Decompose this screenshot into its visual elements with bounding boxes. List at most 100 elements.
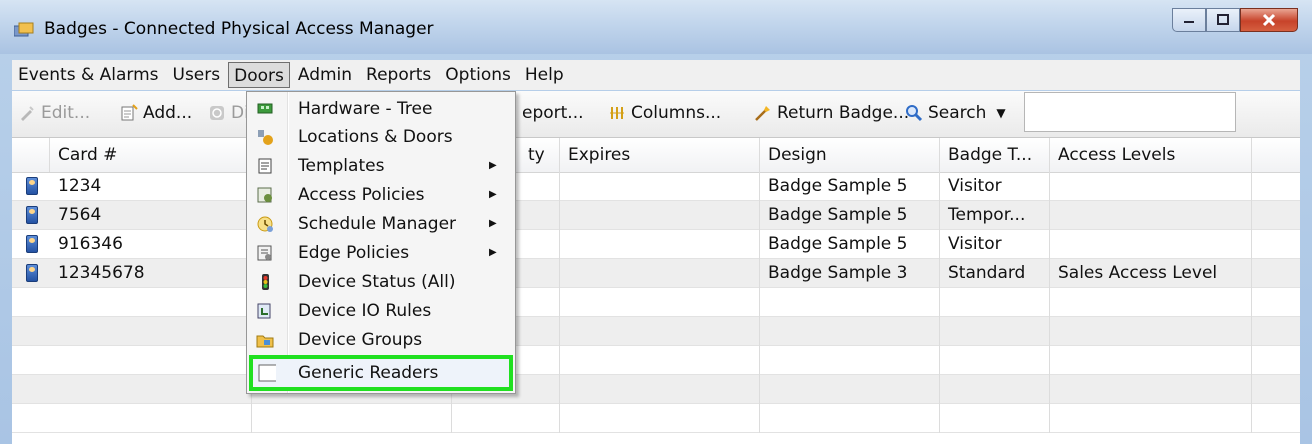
menu-item-label: Locations & Doors <box>298 126 453 147</box>
cell-design: Badge Sample 5 <box>760 201 940 230</box>
columns-label: Columns... <box>631 103 722 123</box>
access-policies-icon <box>256 186 274 204</box>
disable-button[interactable]: Di <box>208 103 249 123</box>
column-header-expires[interactable]: Expires <box>560 138 760 172</box>
menu-item-label: Device Status (All) <box>298 271 456 292</box>
menu-options[interactable]: Options <box>439 62 517 88</box>
menu-doors[interactable]: Doors <box>228 62 290 88</box>
cell-card: 12345678 <box>50 259 252 288</box>
app-icon <box>14 22 34 37</box>
menu-admin[interactable]: Admin <box>292 62 358 88</box>
menu-item-label: Edge Policies <box>298 242 410 263</box>
search-label: Search <box>928 103 987 123</box>
column-header-design[interactable]: Design <box>760 138 940 172</box>
toolbar: Edit... Add... Di eport... Columns... Re… <box>12 91 1300 138</box>
device-groups-icon <box>256 331 274 349</box>
edit-icon <box>18 104 36 122</box>
menu-item-generic-readers[interactable]: Generic Readers <box>249 355 513 391</box>
device-io-rules-icon <box>256 302 274 320</box>
schedule-manager-icon <box>256 215 274 233</box>
cell-access-levels: Sales Access Level <box>1050 259 1252 288</box>
columns-icon <box>608 104 626 122</box>
menu-item-templates[interactable]: Templates ▶ <box>247 151 515 180</box>
search-input[interactable] <box>1024 92 1236 132</box>
submenu-arrow-icon: ▶ <box>489 247 497 258</box>
menu-item-edge-policies[interactable]: Edge Policies ▶ <box>247 238 515 267</box>
column-header-card[interactable]: Card # <box>50 138 252 172</box>
menu-item-label: Templates <box>298 155 385 176</box>
cell-badge-type: Tempor... <box>940 201 1050 230</box>
search-dropdown-icon[interactable]: ▼ <box>996 106 1005 120</box>
disable-icon <box>208 104 226 122</box>
submenu-arrow-icon: ▶ <box>489 218 497 229</box>
menu-item-label: Generic Readers <box>298 363 439 383</box>
cell-expires <box>560 201 760 230</box>
table-row[interactable]: 7564 Badge Sample 5 Tempor... <box>12 201 1300 230</box>
table-row[interactable]: 1234 Badge Sample 5 Visitor <box>12 172 1300 201</box>
cell-expires <box>560 230 760 259</box>
add-label: Add... <box>143 103 193 123</box>
menu-reports[interactable]: Reports <box>360 62 437 88</box>
edit-button[interactable]: Edit... <box>18 103 90 123</box>
minimize-button[interactable] <box>1172 8 1206 32</box>
badges-grid: Card # ty Expires Design Badge T... Acce… <box>12 138 1300 444</box>
search-icon <box>905 104 923 122</box>
return-badge-button[interactable]: Return Badge... <box>754 103 909 123</box>
cell-access-levels <box>1050 201 1252 230</box>
menu-item-label: Device IO Rules <box>298 300 432 321</box>
close-button[interactable] <box>1240 8 1298 32</box>
columns-button[interactable]: Columns... <box>608 103 721 123</box>
menu-item-access-policies[interactable]: Access Policies ▶ <box>247 180 515 209</box>
cell-card: 7564 <box>50 201 252 230</box>
return-badge-icon <box>754 104 772 122</box>
search-button[interactable]: Search ▼ <box>905 103 1006 123</box>
return-badge-label: Return Badge... <box>777 103 910 123</box>
menu-item-hardware-tree[interactable]: Hardware - Tree <box>247 94 515 123</box>
add-button[interactable]: Add... <box>120 103 192 123</box>
cell-design: Badge Sample 5 <box>760 172 940 201</box>
hardware-tree-icon <box>256 100 274 118</box>
cell-badge-type: Visitor <box>940 230 1050 259</box>
title-bar: Badges - Connected Physical Access Manag… <box>0 0 1312 54</box>
badge-icon <box>26 235 38 253</box>
report-label: eport... <box>522 103 584 123</box>
row-indicator-header <box>12 138 50 172</box>
empty-row <box>12 288 1300 317</box>
menu-users[interactable]: Users <box>167 62 227 88</box>
cell-access-levels <box>1050 230 1252 259</box>
menu-item-schedule-manager[interactable]: Schedule Manager ▶ <box>247 209 515 238</box>
maximize-button[interactable] <box>1206 8 1240 32</box>
badge-icon <box>26 177 38 195</box>
menu-item-locations-doors[interactable]: Locations & Doors <box>247 122 515 151</box>
table-row[interactable]: 916346 Badge Sample 5 Visitor <box>12 230 1300 259</box>
doors-menu-dropdown: Hardware - Tree Locations & Doors Templa… <box>246 91 516 394</box>
menu-item-label: Access Policies <box>298 184 425 205</box>
app-window: Badges - Connected Physical Access Manag… <box>0 0 1312 444</box>
empty-row <box>12 404 1300 433</box>
menu-item-device-io-rules[interactable]: Device IO Rules <box>247 296 515 325</box>
cell-expires <box>560 259 760 288</box>
generic-readers-icon <box>258 364 276 382</box>
menu-help[interactable]: Help <box>519 62 570 88</box>
device-status-icon <box>256 273 274 291</box>
cell-badge-type: Standard <box>940 259 1050 288</box>
report-button[interactable]: eport... <box>522 103 584 123</box>
cell-card: 1234 <box>50 172 252 201</box>
add-icon <box>120 104 138 122</box>
menu-item-label: Schedule Manager <box>298 213 457 234</box>
menu-events-alarms[interactable]: Events & Alarms <box>12 62 165 88</box>
menu-item-label: Hardware - Tree <box>298 98 433 119</box>
menu-item-device-groups[interactable]: Device Groups <box>247 325 515 354</box>
edit-label: Edit... <box>41 103 91 123</box>
close-icon <box>1262 13 1276 27</box>
column-header-badge-type[interactable]: Badge T... <box>940 138 1050 172</box>
minimize-icon <box>1184 21 1194 23</box>
menu-item-device-status-all[interactable]: Device Status (All) <box>247 267 515 296</box>
column-header-access-levels[interactable]: Access Levels <box>1050 138 1252 172</box>
empty-row <box>12 346 1300 375</box>
menu-item-label: Device Groups <box>298 329 423 350</box>
badge-icon <box>26 264 38 282</box>
maximize-icon <box>1217 14 1229 25</box>
submenu-arrow-icon: ▶ <box>489 189 497 200</box>
table-row[interactable]: 12345678 Badge Sample 3 Standard Sales A… <box>12 259 1300 288</box>
